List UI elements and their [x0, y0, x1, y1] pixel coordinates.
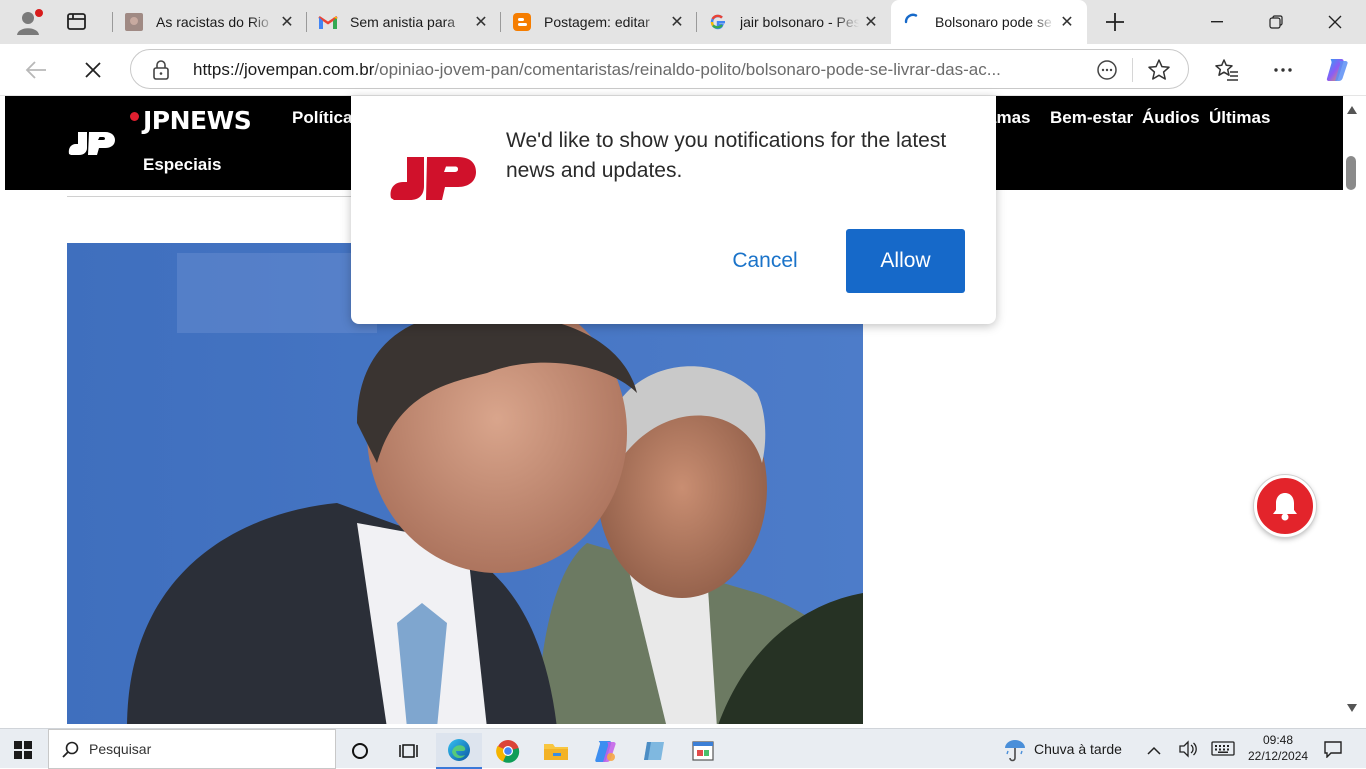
settings-more-icon[interactable] [1265, 52, 1301, 88]
page-scrollbar[interactable] [1343, 96, 1361, 724]
tab-title: As racistas do Rio [156, 14, 269, 30]
browser-toolbar: https://jovempan.com.br/opiniao-jovem-pa… [0, 44, 1366, 96]
windows-taskbar: Pesquisar Chuva à tarde 09:48 22/12/2024 [0, 728, 1366, 769]
blogger-icon [512, 12, 532, 32]
tab-blogger[interactable]: Postagem: editar ✕ [500, 0, 697, 44]
tab-title: jair bolsonaro - Pesquisa [740, 14, 859, 30]
start-windows-icon[interactable] [14, 741, 32, 759]
tab-google-search[interactable]: jair bolsonaro - Pesquisa ✕ [696, 0, 891, 44]
nav-especiais[interactable]: Especiais [143, 155, 221, 175]
url-path: /opiniao-jovem-pan/comentaristas/reinald… [374, 60, 1001, 79]
edge-taskbar-icon[interactable] [436, 733, 482, 769]
task-view-icon[interactable] [385, 733, 431, 769]
notification-permission-dialog: We'd like to show you notifications for … [351, 96, 996, 324]
google-icon [708, 12, 728, 32]
scroll-up-arrow[interactable] [1346, 102, 1358, 114]
restore-button[interactable] [1247, 0, 1305, 44]
nav-ultimas[interactable]: Últimas [1209, 108, 1270, 128]
gmail-icon [318, 12, 338, 32]
cancel-button[interactable]: Cancel [706, 229, 824, 293]
favorite-star-icon[interactable] [1147, 58, 1171, 82]
allow-button[interactable]: Allow [846, 229, 965, 293]
close-window-button[interactable] [1306, 0, 1364, 44]
search-placeholder: Pesquisar [89, 741, 152, 757]
nav-audios[interactable]: Áudios [1142, 108, 1200, 128]
notification-center-icon[interactable] [1323, 740, 1343, 759]
scroll-down-arrow[interactable] [1346, 700, 1358, 712]
tab-gmail[interactable]: Sem anistia para ✕ [306, 0, 501, 44]
jp-logo-icon[interactable] [67, 130, 117, 156]
close-tab-icon[interactable]: ✕ [859, 10, 883, 34]
taskbar-clock[interactable]: 09:48 22/12/2024 [1248, 732, 1308, 764]
tab-racistas[interactable]: As racistas do Rio ✕ [112, 0, 307, 44]
notification-bell-button[interactable] [1254, 475, 1316, 537]
close-tab-icon[interactable]: ✕ [275, 10, 299, 34]
tab-bolsonaro-active[interactable]: Bolsonaro pode se ✕ [891, 0, 1087, 44]
address-bar[interactable]: https://jovempan.com.br/opiniao-jovem-pa… [130, 49, 1189, 89]
clock-time: 09:48 [1262, 733, 1294, 747]
close-tab-icon[interactable]: ✕ [665, 10, 689, 34]
weather-text[interactable]: Chuva à tarde [1034, 741, 1122, 757]
show-hidden-icons-chevron-icon[interactable] [1147, 743, 1161, 755]
tab-strip: As racistas do Rio ✕ Sem anistia para ✕ … [0, 0, 1366, 44]
tab-title: Sem anistia para [350, 14, 456, 30]
loading-spinner-icon [903, 12, 923, 32]
search-icon [62, 741, 80, 759]
minimize-button[interactable] [1188, 0, 1246, 44]
page-thumbnail-icon [124, 12, 144, 32]
content-divider [67, 196, 357, 197]
scroll-thumb[interactable] [1346, 156, 1356, 190]
app-taskbar-icon[interactable] [631, 733, 677, 769]
new-tab-button[interactable] [1098, 6, 1132, 38]
tab-actions-icon[interactable] [64, 10, 90, 34]
omnibox-divider [1132, 58, 1133, 82]
paint-taskbar-icon[interactable] [680, 733, 726, 769]
nav-politica[interactable]: Política [292, 108, 352, 128]
favorites-icon[interactable] [1209, 52, 1245, 88]
jp-brand-logo [388, 154, 478, 202]
chrome-taskbar-icon[interactable] [485, 733, 531, 769]
close-tab-icon[interactable]: ✕ [1055, 10, 1079, 34]
copilot-icon[interactable] [1319, 52, 1355, 88]
url-text[interactable]: https://jovempan.com.br/opiniao-jovem-pa… [193, 60, 1073, 80]
stop-loading-button[interactable] [75, 52, 111, 88]
cortana-icon[interactable] [337, 733, 383, 769]
keyboard-icon[interactable] [1211, 741, 1235, 757]
live-dot-icon [130, 112, 139, 121]
volume-icon[interactable] [1178, 740, 1198, 758]
nav-bem-estar[interactable]: Bem-estar [1050, 108, 1133, 128]
notification-message: We'd like to show you notifications for … [506, 129, 947, 182]
back-button[interactable] [18, 52, 54, 88]
jpnews-logo[interactable]: JPNEWS [143, 106, 252, 135]
tab-title: Postagem: editar [544, 14, 650, 30]
close-tab-icon[interactable]: ✕ [469, 10, 493, 34]
profile-avatar[interactable] [14, 7, 44, 37]
site-info-lock-icon[interactable] [151, 59, 171, 81]
copilot-taskbar-icon[interactable] [582, 733, 628, 769]
bell-icon [1273, 493, 1297, 521]
file-explorer-icon[interactable] [533, 733, 579, 769]
weather-rain-icon[interactable] [1002, 736, 1028, 762]
url-host: https://jovempan.com.br [193, 60, 375, 79]
taskbar-search-input[interactable]: Pesquisar [48, 729, 336, 769]
tab-title: Bolsonaro pode se [935, 14, 1052, 30]
clock-date: 22/12/2024 [1248, 749, 1309, 763]
reader-options-icon[interactable] [1095, 59, 1119, 81]
